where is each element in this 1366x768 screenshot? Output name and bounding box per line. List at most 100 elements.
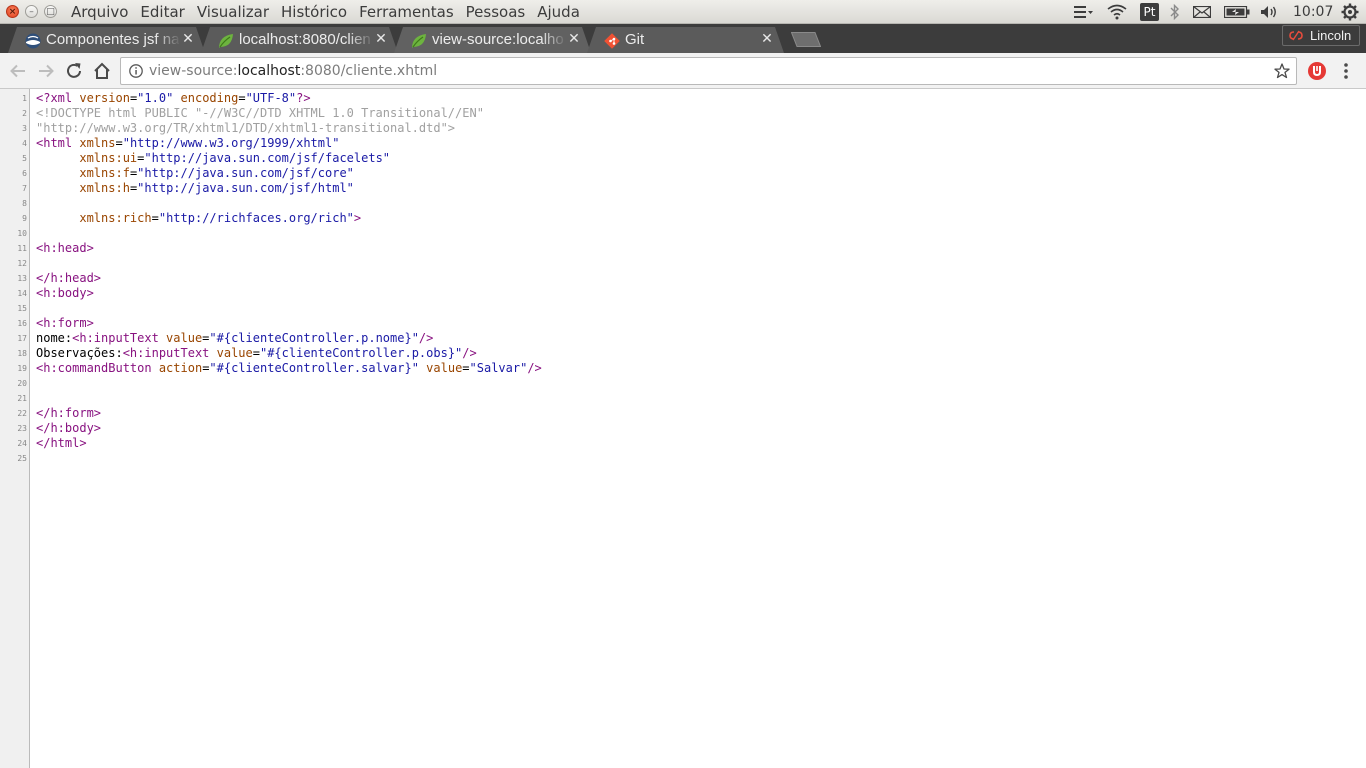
plain-text: nome: (36, 331, 73, 345)
forward-arrow-icon[interactable] (36, 61, 56, 81)
source-line-19: <h:commandButton action = "#{clienteContro… (36, 361, 542, 376)
source-line-11: <h:head> (36, 241, 94, 255)
tab-git[interactable]: Git ✕ (587, 27, 784, 53)
line-number: 8 (22, 199, 27, 208)
address-bar[interactable]: view-source:localhost:8080/cliente.xhtml (120, 57, 1297, 85)
line-number: 17 (17, 334, 27, 343)
menu-editar[interactable]: Editar (140, 0, 184, 24)
jsf-globe-icon (25, 33, 41, 49)
url-text: view-source:localhost:8080/cliente.xhtml (149, 62, 437, 80)
menu-arquivo[interactable]: Arquivo (71, 0, 128, 24)
spring-leaf-icon (219, 34, 233, 48)
attr-value: "http://java.sun.com/jsf/html" (137, 181, 354, 195)
pi-open: <?xml (36, 91, 80, 105)
mail-icon[interactable] (1193, 6, 1211, 18)
source-line-7: xmlns:h="http://java.sun.com/jsf/html" (36, 181, 354, 196)
source-line-9: xmlns:rich="http://richfaces.org/rich"> (36, 211, 361, 226)
line-number: 2 (22, 109, 27, 118)
menu-pessoas[interactable]: Pessoas (466, 0, 526, 24)
volume-icon[interactable] (1260, 5, 1280, 19)
menu-ferramentas[interactable]: Ferramentas (359, 0, 454, 24)
menu-historico[interactable]: Histórico (281, 0, 347, 24)
back-arrow-icon[interactable] (8, 61, 28, 81)
tab-componentes-jsf[interactable]: Componentes jsf na ✕ (8, 27, 205, 53)
home-icon[interactable] (92, 61, 112, 81)
line-number: 5 (22, 154, 27, 163)
window-close-button[interactable]: × (6, 5, 19, 18)
attr-value: "http://java.sun.com/jsf/core" (137, 166, 354, 180)
attr-name: xmlns:h (79, 181, 130, 195)
line-number: 3 (22, 124, 27, 133)
line-number: 13 (17, 274, 27, 283)
info-icon[interactable] (129, 64, 143, 78)
attr-value: "#{clienteController.salvar}" (209, 361, 419, 375)
attr-value: "Salvar" (469, 361, 528, 375)
source-line-13: </h:head> (36, 271, 102, 285)
url-host: localhost (237, 63, 301, 79)
source-line-3: "http://www.w3.org/TR/xhtml1/DTD/xhtml1-… (36, 121, 456, 135)
window-maximize-button[interactable]: □ (44, 5, 57, 18)
tag: <html (36, 136, 80, 150)
line-number: 12 (17, 259, 27, 268)
source-line-24: </html> (36, 436, 87, 450)
source-line-4: <html xmlns="http://www.w3.org/1999/xhtm… (36, 136, 339, 151)
line-number: 23 (17, 424, 27, 433)
tab-title: Git (625, 31, 645, 48)
close-tab-icon[interactable]: ✕ (374, 31, 388, 47)
battery-icon[interactable] (1224, 6, 1250, 18)
bluetooth-icon[interactable] (1170, 4, 1180, 20)
attr-name: encoding (180, 91, 239, 105)
attr-value: "http://richfaces.org/rich" (158, 211, 354, 225)
tab-strip: Componentes jsf na ✕ localhost:8080/clie… (0, 24, 1366, 53)
line-number: 25 (17, 454, 27, 463)
view-source-content[interactable]: 1 2 3 4 5 6 7 8 9 10 11 12 13 14 15 16 1… (0, 89, 1366, 768)
close-tab-icon[interactable]: ✕ (567, 31, 581, 47)
profile-name: Lincoln (1310, 28, 1352, 43)
gear-icon[interactable] (1341, 3, 1359, 21)
tab-view-source[interactable]: view-source:localho ✕ (394, 27, 591, 53)
new-tab-button[interactable] (791, 32, 821, 47)
attr-name: action (158, 361, 203, 375)
tab-localhost-cliente[interactable]: localhost:8080/clien ✕ (201, 27, 398, 53)
pi-close: ?> (296, 91, 311, 105)
wifi-icon[interactable] (1107, 4, 1127, 20)
source-line-5: xmlns:ui="http://java.sun.com/jsf/facele… (36, 151, 390, 166)
close-tab-icon[interactable]: ✕ (181, 31, 195, 47)
menu-ajuda[interactable]: Ajuda (537, 0, 580, 24)
bookmark-star-icon[interactable] (1274, 63, 1290, 79)
source-line-14: <h:body> (36, 286, 94, 300)
line-number: 1 (22, 94, 27, 103)
equals: = (252, 346, 260, 360)
tag-close: > (353, 211, 362, 225)
extension-icon[interactable] (1307, 61, 1327, 81)
equals: = (462, 361, 470, 375)
line-number: 18 (17, 349, 27, 358)
app-menubar: Arquivo Editar Visualizar Histórico Ferr… (71, 0, 592, 24)
clock[interactable]: 10:07 (1293, 0, 1333, 24)
line-number: 16 (17, 319, 27, 328)
tag: <h:inputText (122, 346, 217, 360)
input-method-indicator[interactable]: Pt (1140, 3, 1159, 21)
equals: = (238, 91, 246, 105)
reload-icon[interactable] (64, 61, 84, 81)
menu-visualizar[interactable]: Visualizar (197, 0, 269, 24)
attr-name: xmlns:f (79, 166, 130, 180)
menu-kebab-icon[interactable] (1341, 62, 1351, 80)
window-minimize-button[interactable]: – (25, 5, 38, 18)
attr-name: xmlns (79, 136, 116, 150)
attr-name: value (216, 346, 253, 360)
attr-name: xmlns:rich (79, 211, 152, 225)
keyboard-indicator-icon[interactable] (1074, 6, 1094, 18)
url-path: :8080/cliente.xhtml (300, 63, 438, 79)
git-icon (604, 33, 620, 49)
close-tab-icon[interactable]: ✕ (760, 31, 774, 47)
profile-button[interactable]: Lincoln (1282, 25, 1360, 46)
attr-value: "http://java.sun.com/jsf/facelets" (144, 151, 391, 165)
browser-toolbar: view-source:localhost:8080/cliente.xhtml (0, 53, 1366, 89)
line-number: 19 (17, 364, 27, 373)
attr-name: xmlns:ui (79, 151, 138, 165)
tag-close: /> (418, 331, 434, 345)
